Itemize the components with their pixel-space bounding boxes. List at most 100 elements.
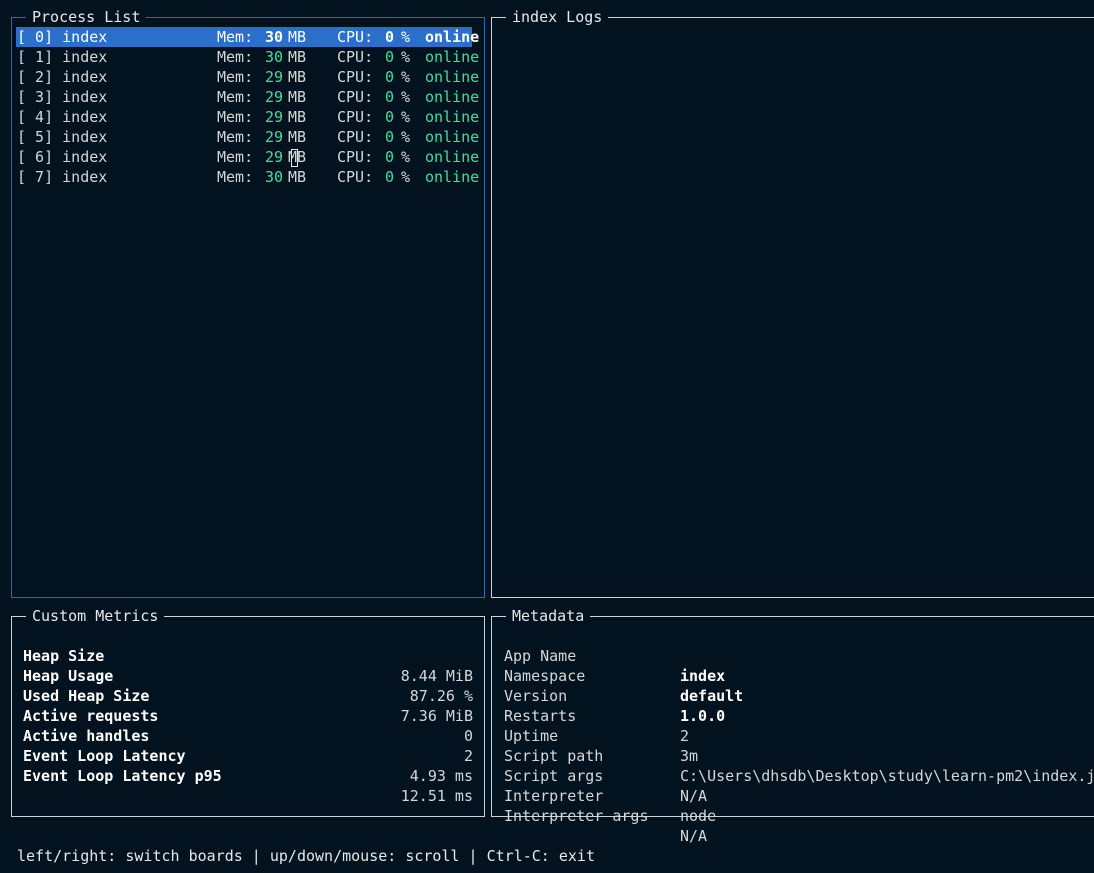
mem-label: Mem: [217,68,254,86]
mem-value: 30 [265,28,284,46]
mem-label: Mem: [217,148,254,166]
process-row[interactable]: [ 7] index Mem: 30 MB CPU: 0 % online [16,167,479,187]
cpu-label: CPU: [337,88,374,106]
metadata-row: Interpreter node [504,766,1094,825]
mem-value: 30 [265,48,284,66]
process-list-title: Process List [26,8,147,26]
mem-value: 29 [265,108,284,126]
metadata-row: Script args N/A [504,746,1094,805]
metadata-row: Version 1.0.0 [504,666,1094,725]
process-name: [ 5] index [17,128,108,146]
status-text: online [425,108,480,126]
mem-value: 29 [265,128,284,146]
cpu-label: CPU: [337,48,374,66]
cpu-unit: % [401,68,411,86]
mem-label: Mem: [217,108,254,126]
metadata-row: Namespace default [504,646,1094,705]
process-row[interactable]: [ 0] index Mem: 30 MB CPU: 0 % online [16,27,479,47]
cpu-value: 0 [385,168,395,186]
logs-title: index Logs [506,8,609,26]
mem-value: 29 [265,68,284,86]
process-row[interactable]: [ 5] index Mem: 29 MB CPU: 0 % online [16,127,479,147]
mem-value: 29 [265,148,284,166]
process-row[interactable]: [ 2] index Mem: 29 MB CPU: 0 % online [16,67,479,87]
cpu-label: CPU: [337,108,374,126]
metric-value: 4.93 ms [409,767,473,785]
help-bar: left/right: switch boards | up/down/mous… [17,847,595,865]
cpu-unit: % [401,128,411,146]
mem-unit: MB [288,128,307,146]
status-text: online [425,48,480,66]
cpu-value: 0 [385,148,395,166]
mem-label: Mem: [217,48,254,66]
metadata-row: Script path C:\Users\dhsdb\Desktop\study… [504,726,1094,785]
mem-unit: MB [288,48,307,66]
process-row[interactable]: [ 1] index Mem: 30 MB CPU: 0 % online [16,47,479,67]
cpu-unit: % [401,108,411,126]
process-name: [ 6] index [17,148,108,166]
process-name: [ 3] index [17,88,108,106]
metric-row: Heap Usage 87.26 % [23,646,473,705]
status-text: online [425,88,480,106]
status-text: online [425,68,480,86]
cpu-label: CPU: [337,128,374,146]
metadata-panel[interactable]: Metadata App Name index Namespace defaul… [491,607,1094,845]
process-row[interactable]: [ 4] index Mem: 29 MB CPU: 0 % online [16,107,479,127]
mem-value: 30 [265,168,284,186]
cpu-value: 0 [385,28,395,46]
cpu-value: 0 [385,108,395,126]
metric-row: Event Loop Latency 4.93 ms [23,726,473,785]
mem-unit: MB [288,68,307,86]
process-name: [ 7] index [17,168,108,186]
metadata-row: App Name index [504,626,1094,685]
status-text: online [425,28,480,46]
mem-unit: MB [288,108,307,126]
metric-value: 12.51 ms [400,787,473,805]
cpu-unit: % [401,48,411,66]
cpu-value: 0 [385,68,395,86]
cpu-unit: % [401,168,411,186]
mem-unit: MB [288,88,307,106]
status-text: online [425,148,480,166]
mem-label: Mem: [217,28,254,46]
cpu-unit: % [401,88,411,106]
custom-metrics-panel[interactable]: Custom Metrics Heap Size 8.44 MiB Heap U… [11,607,485,817]
status-text: online [425,168,480,186]
cpu-value: 0 [385,48,395,66]
metadata-row: Interpreter args N/A [504,786,1094,845]
metric-row: Active requests 0 [23,686,473,745]
metric-row: Event Loop Latency p95 12.51 ms [23,746,473,805]
mem-label: Mem: [217,168,254,186]
process-name: [ 2] index [17,68,108,86]
process-name: [ 0] index [17,28,108,46]
metadata-row: Uptime 3m [504,706,1094,765]
mem-label: Mem: [217,128,254,146]
metadata-value: node [680,807,717,825]
cpu-unit: % [401,28,411,46]
terminal-cursor [291,149,298,167]
cpu-label: CPU: [337,68,374,86]
metadata-row: Restarts 2 [504,686,1094,745]
metric-row: Active handles 2 [23,706,473,765]
metadata-key: Interpreter args [504,807,649,825]
metric-label: Event Loop Latency p95 [23,767,222,785]
metadata-title: Metadata [506,607,591,625]
cpu-label: CPU: [337,148,374,166]
process-row[interactable]: [ 3] index Mem: 29 MB CPU: 0 % online [16,87,479,107]
cpu-value: 0 [385,128,395,146]
cpu-unit: % [401,148,411,166]
cpu-label: CPU: [337,28,374,46]
custom-metrics-title: Custom Metrics [26,607,165,625]
metadata-value: N/A [680,827,708,845]
process-row[interactable]: [ 6] index Mem: 29 MB CPU: 0 % online [16,147,479,167]
cpu-label: CPU: [337,168,374,186]
cpu-value: 0 [385,88,395,106]
metric-row: Heap Size 8.44 MiB [23,626,473,685]
mem-unit: MB [288,168,307,186]
process-list-panel[interactable]: Process List [ 0] index Mem: 30 MB CPU: … [11,8,485,598]
logs-panel[interactable]: index Logs [491,8,1094,598]
process-name: [ 4] index [17,108,108,126]
metric-row: Used Heap Size 7.36 MiB [23,666,473,725]
process-name: [ 1] index [17,48,108,66]
mem-value: 29 [265,88,284,106]
